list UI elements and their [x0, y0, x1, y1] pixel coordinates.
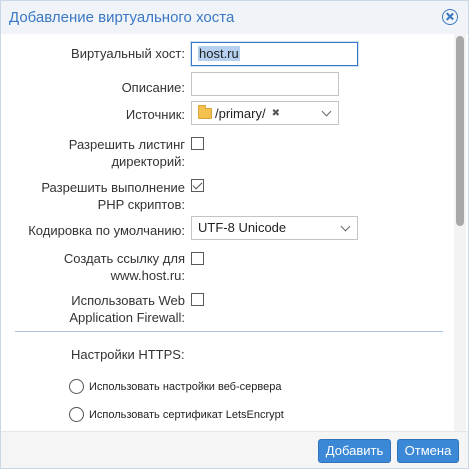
source-label: Источник: — [125, 107, 185, 122]
https-option-label: Использовать сертификат LetsEncrypt — [89, 408, 284, 421]
virtual-host-input[interactable]: host.ru — [191, 42, 358, 66]
source-select[interactable]: /primary/ ✖ — [191, 101, 339, 125]
waf-label: Использовать Web Application Firewall: — [69, 293, 185, 325]
source-tag: /primary/ ✖ — [198, 105, 280, 122]
vertical-scrollbar[interactable] — [454, 34, 466, 431]
encoding-value: UTF-8 Unicode — [198, 220, 287, 235]
cancel-button[interactable]: Отмена — [397, 439, 459, 463]
waf-checkbox[interactable] — [191, 293, 204, 306]
encoding-label: Кодировка по умолчанию: — [28, 223, 185, 238]
dialog-footer: Добавить Отмена — [1, 431, 468, 468]
folder-icon — [198, 105, 212, 119]
https-option-label: Использовать настройки веб-сервера — [89, 380, 282, 393]
close-icon[interactable] — [442, 9, 458, 25]
dir-listing-checkbox[interactable] — [191, 137, 204, 150]
dialog-title: Добавление виртуального хоста — [9, 9, 235, 26]
php-exec-label: Разрешить выполнение PHP скриптов: — [41, 180, 185, 212]
virtual-host-value: host.ru — [198, 46, 240, 61]
dir-listing-label: Разрешить листинг директорий: — [68, 137, 185, 169]
add-button[interactable]: Добавить — [318, 439, 391, 463]
section-divider — [15, 331, 443, 332]
source-tag-label: /primary/ — [215, 105, 266, 121]
php-exec-checkbox[interactable] — [191, 179, 204, 192]
radio-button[interactable] — [69, 407, 84, 422]
chevron-down-icon[interactable] — [321, 106, 332, 117]
https-option-webserver[interactable]: Использовать настройки веб-сервера — [69, 379, 281, 394]
description-label: Описание: — [121, 80, 185, 95]
scrollbar-thumb[interactable] — [456, 36, 464, 226]
encoding-select[interactable]: UTF-8 Unicode — [191, 216, 358, 240]
chevron-down-icon[interactable] — [340, 221, 351, 232]
description-input[interactable] — [191, 72, 339, 96]
https-option-letsencrypt[interactable]: Использовать сертификат LetsEncrypt — [69, 407, 284, 422]
radio-button[interactable] — [69, 379, 84, 394]
www-link-label: Создать ссылку для www.host.ru: — [63, 251, 185, 283]
tag-remove-icon[interactable]: ✖ — [272, 103, 280, 125]
dialog-body: Виртуальный хост: host.ru Описание: Исто… — [1, 34, 468, 431]
dialog-titlebar[interactable]: Добавление виртуального хоста — [1, 1, 468, 34]
add-virtual-host-dialog: Добавление виртуального хоста Виртуальны… — [0, 0, 469, 469]
https-section-title: Настройки HTTPS: — [71, 347, 185, 362]
virtual-host-label: Виртуальный хост: — [71, 46, 185, 61]
www-link-checkbox[interactable] — [191, 252, 204, 265]
